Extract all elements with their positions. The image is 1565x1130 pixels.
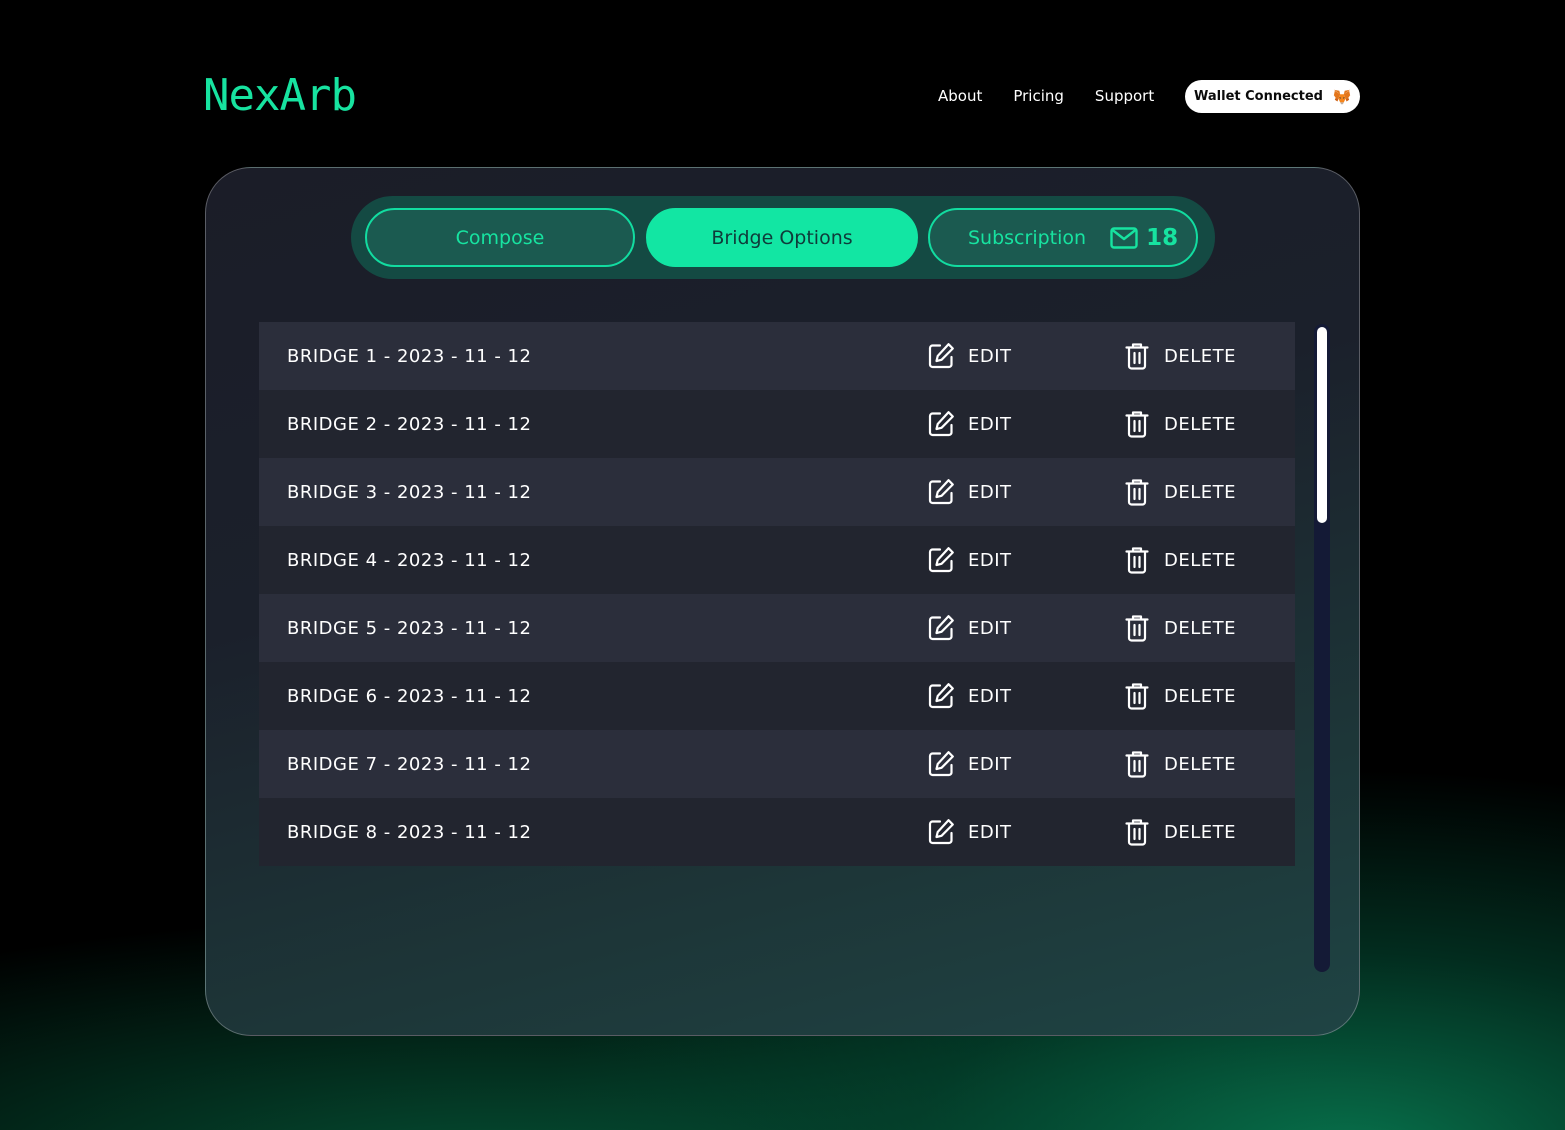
scrollbar[interactable] <box>1314 324 1330 972</box>
edit-icon <box>928 683 954 709</box>
delete-button[interactable]: DELETE <box>1122 545 1236 575</box>
edit-icon <box>928 343 954 369</box>
edit-button[interactable]: EDIT <box>926 817 1012 847</box>
edit-label: EDIT <box>968 549 1012 571</box>
delete-button[interactable]: DELETE <box>1122 477 1236 507</box>
delete-label: DELETE <box>1164 821 1237 843</box>
edit-label: EDIT <box>968 617 1012 639</box>
delete-button[interactable]: DELETE <box>1122 681 1236 711</box>
wallet-label: Wallet Connected <box>1194 89 1323 104</box>
list-item-bridge-5: BRIDGE 5 - 2023 - 11 - 12 EDIT DELETE <box>259 594 1295 662</box>
tab-subscription-label: Subscription <box>968 226 1087 249</box>
list-item-bridge-3: BRIDGE 3 - 2023 - 11 - 12 EDIT DELETE <box>259 458 1295 526</box>
edit-button[interactable]: EDIT <box>926 613 1012 643</box>
delete-label: DELETE <box>1164 753 1237 775</box>
list-item-bridge-4: BRIDGE 4 - 2023 - 11 - 12 EDIT DELETE <box>259 526 1295 594</box>
edit-label: EDIT <box>968 685 1012 707</box>
tab-subscription[interactable]: Subscription 18 <box>928 208 1198 267</box>
trash-icon <box>1125 615 1149 642</box>
metamask-fox-icon <box>1333 88 1351 106</box>
edit-button[interactable]: EDIT <box>926 681 1012 711</box>
delete-label: DELETE <box>1164 345 1237 367</box>
delete-label: DELETE <box>1164 617 1237 639</box>
delete-button[interactable]: DELETE <box>1122 749 1236 779</box>
bridge-list: BRIDGE 1 - 2023 - 11 - 12 EDIT DELETE BR… <box>259 322 1295 866</box>
delete-label: DELETE <box>1164 481 1237 503</box>
delete-button[interactable]: DELETE <box>1122 341 1236 371</box>
bridge-name: BRIDGE 2 - 2023 - 11 - 12 <box>287 413 532 435</box>
list-item-bridge-2: BRIDGE 2 - 2023 - 11 - 12 EDIT DELETE <box>259 390 1295 458</box>
delete-button[interactable]: DELETE <box>1122 409 1236 439</box>
edit-label: EDIT <box>968 413 1012 435</box>
list-item-bridge-8: BRIDGE 8 - 2023 - 11 - 12 EDIT DELETE <box>259 798 1295 866</box>
delete-button[interactable]: DELETE <box>1122 817 1236 847</box>
delete-label: DELETE <box>1164 413 1237 435</box>
delete-label: DELETE <box>1164 549 1237 571</box>
edit-icon <box>928 615 954 641</box>
edit-button[interactable]: EDIT <box>926 341 1012 371</box>
delete-button[interactable]: DELETE <box>1122 613 1236 643</box>
nav-about-link[interactable]: About <box>938 86 982 106</box>
logo[interactable]: NexArb <box>203 70 357 122</box>
edit-label: EDIT <box>968 821 1012 843</box>
mail-icon <box>1110 226 1138 249</box>
bridge-name: BRIDGE 4 - 2023 - 11 - 12 <box>287 549 532 571</box>
edit-label: EDIT <box>968 345 1012 367</box>
edit-button[interactable]: EDIT <box>926 477 1012 507</box>
tab-compose[interactable]: Compose <box>365 208 635 267</box>
edit-button[interactable]: EDIT <box>926 409 1012 439</box>
bridge-name: BRIDGE 6 - 2023 - 11 - 12 <box>287 685 532 707</box>
trash-icon <box>1125 819 1149 846</box>
list-item-bridge-7: BRIDGE 7 - 2023 - 11 - 12 EDIT DELETE <box>259 730 1295 798</box>
edit-button[interactable]: EDIT <box>926 545 1012 575</box>
list-item-bridge-6: BRIDGE 6 - 2023 - 11 - 12 EDIT DELETE <box>259 662 1295 730</box>
trash-icon <box>1125 547 1149 574</box>
wallet-connected-button[interactable]: Wallet Connected <box>1185 80 1360 113</box>
scrollbar-thumb[interactable] <box>1317 327 1327 523</box>
trash-icon <box>1125 479 1149 506</box>
tab-bar: Compose Bridge Options Subscription 18 <box>351 196 1215 279</box>
nav-support-link[interactable]: Support <box>1095 86 1154 106</box>
trash-icon <box>1125 751 1149 778</box>
bridge-name: BRIDGE 7 - 2023 - 11 - 12 <box>287 753 532 775</box>
bridge-panel: Compose Bridge Options Subscription 18 B… <box>205 167 1360 1036</box>
edit-icon <box>928 819 954 845</box>
edit-button[interactable]: EDIT <box>926 749 1012 779</box>
edit-icon <box>928 751 954 777</box>
edit-label: EDIT <box>968 481 1012 503</box>
nav-pricing-link[interactable]: Pricing <box>1013 86 1064 106</box>
trash-icon <box>1125 683 1149 710</box>
edit-icon <box>928 547 954 573</box>
edit-icon <box>928 411 954 437</box>
trash-icon <box>1125 411 1149 438</box>
trash-icon <box>1125 343 1149 370</box>
list-item-bridge-1: BRIDGE 1 - 2023 - 11 - 12 EDIT DELETE <box>259 322 1295 390</box>
tab-bridge-options[interactable]: Bridge Options <box>646 208 918 267</box>
edit-icon <box>928 479 954 505</box>
top-nav: About Pricing Support <box>938 86 1154 106</box>
bridge-name: BRIDGE 5 - 2023 - 11 - 12 <box>287 617 532 639</box>
bridge-name: BRIDGE 1 - 2023 - 11 - 12 <box>287 345 532 367</box>
bridge-name: BRIDGE 3 - 2023 - 11 - 12 <box>287 481 532 503</box>
bridge-name: BRIDGE 8 - 2023 - 11 - 12 <box>287 821 532 843</box>
subscription-count-badge: 18 <box>1146 224 1179 251</box>
delete-label: DELETE <box>1164 685 1237 707</box>
edit-label: EDIT <box>968 753 1012 775</box>
